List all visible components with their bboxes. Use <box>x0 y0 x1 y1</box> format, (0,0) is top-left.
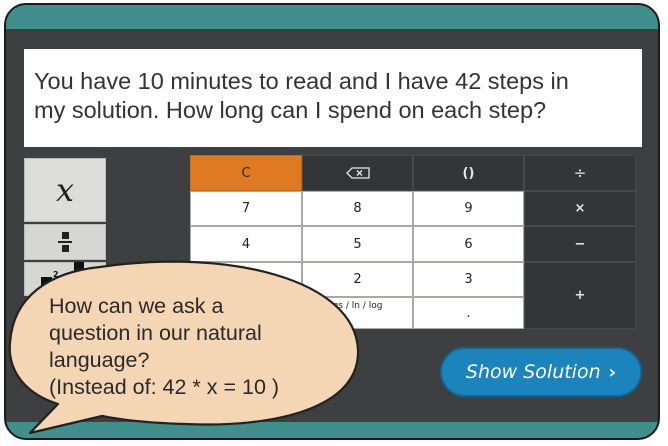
key-7[interactable]: 7 <box>190 191 302 226</box>
variable-x-button[interactable]: x <box>24 158 106 222</box>
key-3-label: 3 <box>464 272 473 287</box>
power-button[interactable]: 2 <box>24 262 106 296</box>
divide-label: ÷ <box>573 164 587 182</box>
question-box: You have 10 minutes to read and I have 4… <box>24 49 642 147</box>
question-line-1: You have 10 minutes to read and I have 4… <box>34 68 569 94</box>
variable-x-label: x <box>55 171 75 209</box>
divide-button[interactable]: ÷ <box>524 155 636 191</box>
key-4-label: 4 <box>241 236 251 252</box>
clear-button[interactable]: C <box>190 155 302 191</box>
footer-strip <box>6 422 658 438</box>
clear-label: C <box>241 165 251 181</box>
header-strip <box>6 5 658 29</box>
key-3[interactable]: 3 <box>413 262 524 297</box>
key-8[interactable]: 8 <box>302 191 413 226</box>
key-7-label: 7 <box>241 201 251 216</box>
keypad: C () ÷ 7 8 9 × 4 5 6 − 2 3 + gs / ln / l… <box>190 155 636 329</box>
key-0[interactable] <box>190 297 302 329</box>
minus-label: − <box>574 236 586 252</box>
key-5-label: 5 <box>353 236 362 252</box>
logs-button[interactable]: gs / ln / log <box>302 297 413 329</box>
chevron-right-icon: › <box>608 361 617 383</box>
power-cursor-mark <box>74 262 84 296</box>
key-2[interactable]: 2 <box>302 262 413 297</box>
plus-button[interactable]: + <box>524 262 636 329</box>
key-2-label: 2 <box>353 272 362 287</box>
key-9-label: 9 <box>464 201 473 216</box>
key-1[interactable] <box>190 262 302 297</box>
backspace-button[interactable] <box>302 155 413 191</box>
show-solution-label: Show Solution <box>465 361 601 383</box>
logs-label: gs / ln / log <box>332 301 383 311</box>
question-line-2: my solution. How long can I spend on eac… <box>34 97 547 123</box>
plus-label: + <box>574 288 586 303</box>
key-8-label: 8 <box>353 201 362 216</box>
fraction-button[interactable] <box>24 224 106 260</box>
key-6[interactable]: 6 <box>413 226 524 262</box>
show-solution-button[interactable]: Show Solution › <box>440 347 642 397</box>
key-5[interactable]: 5 <box>302 226 413 262</box>
minus-button[interactable]: − <box>524 226 636 262</box>
key-4[interactable]: 4 <box>190 226 302 262</box>
multiply-button[interactable]: × <box>524 191 636 226</box>
key-6-label: 6 <box>464 236 473 252</box>
decimal-button[interactable]: . <box>413 297 524 329</box>
key-9[interactable]: 9 <box>413 191 524 226</box>
backspace-icon <box>345 167 370 179</box>
parentheses-label: () <box>462 165 475 181</box>
parentheses-button[interactable]: () <box>413 155 524 191</box>
decimal-label: . <box>466 305 471 321</box>
power-exponent: 2 <box>53 270 59 279</box>
multiply-label: × <box>574 201 586 216</box>
power-icon: 2 <box>41 270 59 288</box>
fraction-icon <box>58 232 72 252</box>
